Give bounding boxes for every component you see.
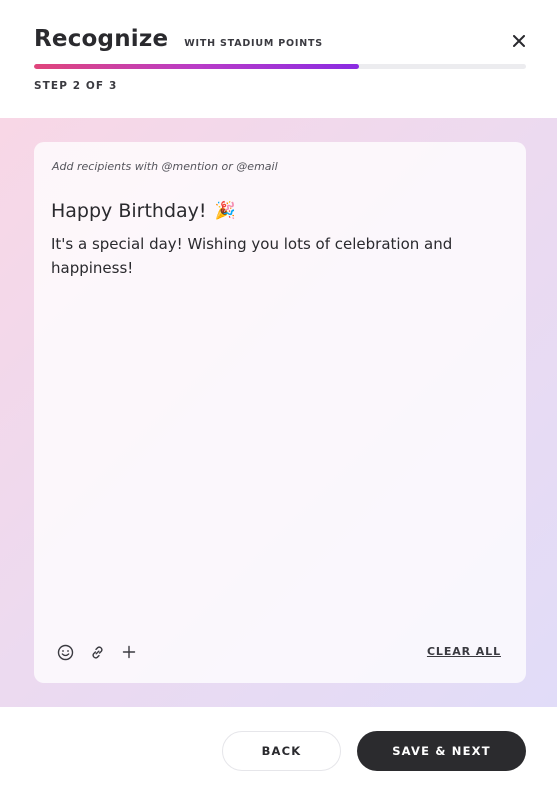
close-icon [513, 35, 525, 47]
progress-bar [34, 64, 526, 69]
progress-fill [34, 64, 359, 69]
party-popper-icon: 🎉 [214, 201, 236, 221]
plus-icon[interactable] [120, 643, 138, 661]
modal-header: Recognize WITH STADIUM POINTS STEP 2 OF … [0, 0, 557, 118]
title-row: Recognize WITH STADIUM POINTS [34, 26, 323, 52]
save-next-button[interactable]: SAVE & NEXT [357, 731, 526, 771]
recipients-input[interactable]: Add recipients with @mention or @email [52, 160, 278, 173]
message-body[interactable]: It's a special day! Wishing you lots of … [51, 232, 481, 280]
editor-toolbar [56, 643, 138, 661]
message-title[interactable]: Happy Birthday! 🎉 [51, 200, 236, 222]
back-button[interactable]: BACK [222, 731, 341, 771]
modal-footer: BACK SAVE & NEXT [0, 707, 557, 801]
close-button[interactable] [509, 31, 529, 51]
editor-area: Add recipients with @mention or @email H… [0, 118, 557, 707]
message-card[interactable]: Add recipients with @mention or @email H… [34, 142, 526, 683]
step-label: STEP 2 OF 3 [34, 80, 118, 92]
link-icon[interactable] [88, 643, 106, 661]
page-subtitle: WITH STADIUM POINTS [184, 38, 323, 49]
clear-all-link[interactable]: CLEAR ALL [427, 645, 501, 658]
emoji-icon[interactable] [56, 643, 74, 661]
page-title: Recognize [34, 26, 169, 52]
message-title-text: Happy Birthday! [51, 200, 207, 222]
